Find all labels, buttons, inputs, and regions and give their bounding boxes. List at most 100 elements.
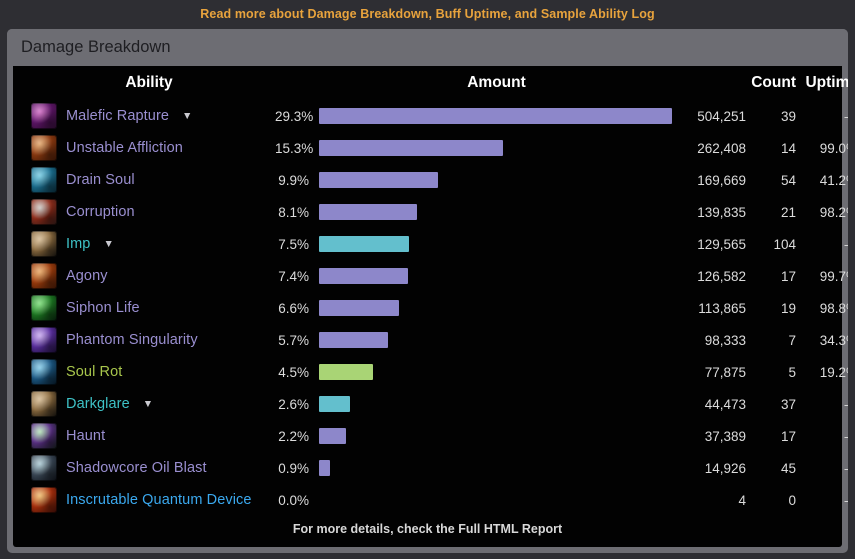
- table-row[interactable]: Darkglare▼2.6%44,47337—: [13, 388, 848, 420]
- ability-icon[interactable]: [31, 135, 57, 161]
- amount-bar: [319, 396, 350, 412]
- ability-cell: Shadowcore Oil Blast: [13, 452, 275, 484]
- ability-name[interactable]: Imp: [66, 236, 90, 252]
- ability-cell: Inscrutable Quantum Device: [13, 484, 275, 516]
- ability-name[interactable]: Phantom Singularity: [66, 332, 198, 348]
- ability-cell: Soul Rot: [13, 356, 275, 388]
- table-row[interactable]: Siphon Life6.6%113,8651998.8%: [13, 292, 848, 324]
- ability-wrapper: Shadowcore Oil Blast: [31, 455, 275, 481]
- percent-cell: 0.0%: [275, 484, 319, 516]
- column-header-amount[interactable]: Amount: [319, 66, 674, 100]
- ability-wrapper: Siphon Life: [31, 295, 275, 321]
- table-header-row: Ability Amount Count Uptime: [13, 66, 848, 100]
- ability-name[interactable]: Darkglare: [66, 396, 130, 412]
- ability-wrapper: Agony: [31, 263, 275, 289]
- ability-cell: Siphon Life: [13, 292, 275, 324]
- amount-bar: [319, 108, 672, 124]
- ability-icon[interactable]: [31, 455, 57, 481]
- ability-wrapper: Malefic Rapture ▼: [31, 103, 275, 129]
- ability-icon[interactable]: [31, 199, 57, 225]
- ability-name[interactable]: Malefic Rapture: [66, 108, 169, 124]
- table-row[interactable]: Unstable Affliction15.3%262,4081499.0%: [13, 132, 848, 164]
- amount-bar-cell: [319, 164, 674, 196]
- ability-wrapper: Darkglare ▼: [31, 391, 275, 417]
- count-cell: 104: [746, 228, 796, 260]
- damage-breakdown-panel: Damage Breakdown Ability Amount Count Up…: [7, 29, 848, 553]
- count-cell: 39: [746, 100, 796, 132]
- table-row[interactable]: Phantom Singularity5.7%98,333734.3%: [13, 324, 848, 356]
- ability-name[interactable]: Siphon Life: [66, 300, 140, 316]
- count-cell: 7: [746, 324, 796, 356]
- count-cell: 19: [746, 292, 796, 324]
- table-row[interactable]: Agony7.4%126,5821799.7%: [13, 260, 848, 292]
- table-row[interactable]: Soul Rot4.5%77,875519.2%: [13, 356, 848, 388]
- column-header-count[interactable]: Count: [746, 66, 796, 100]
- chevron-down-icon[interactable]: ▼: [143, 399, 153, 410]
- panel-title: Damage Breakdown: [7, 29, 848, 66]
- percent-cell: 29.3%: [275, 100, 319, 132]
- count-cell: 14: [746, 132, 796, 164]
- table-row[interactable]: Shadowcore Oil Blast0.9%14,92645—: [13, 452, 848, 484]
- ability-name[interactable]: Shadowcore Oil Blast: [66, 460, 207, 476]
- table-row[interactable]: Haunt2.2%37,38917—: [13, 420, 848, 452]
- amount-bar: [319, 364, 373, 380]
- amount-value-cell: 113,865: [674, 292, 746, 324]
- uptime-cell: —: [796, 452, 848, 484]
- count-cell: 17: [746, 420, 796, 452]
- table-row[interactable]: Malefic Rapture▼29.3%504,25139—: [13, 100, 848, 132]
- ability-name[interactable]: Inscrutable Quantum Device: [66, 492, 252, 508]
- uptime-cell: —: [796, 420, 848, 452]
- ability-icon[interactable]: [31, 359, 57, 385]
- table-header: Ability Amount Count Uptime: [13, 66, 848, 100]
- chevron-down-icon[interactable]: ▼: [182, 111, 192, 122]
- footnote-link[interactable]: For more details, check the Full HTML Re…: [13, 516, 842, 536]
- amount-value-cell: 14,926: [674, 452, 746, 484]
- uptime-cell: 41.2%: [796, 164, 848, 196]
- ability-icon[interactable]: [31, 423, 57, 449]
- ability-icon[interactable]: [31, 391, 57, 417]
- percent-cell: 4.5%: [275, 356, 319, 388]
- ability-cell: Agony: [13, 260, 275, 292]
- ability-icon[interactable]: [31, 295, 57, 321]
- ability-name[interactable]: Agony: [66, 268, 108, 284]
- ability-name[interactable]: Unstable Affliction: [66, 140, 183, 156]
- column-header-ability[interactable]: Ability: [13, 66, 275, 100]
- ability-cell: Malefic Rapture ▼: [13, 100, 275, 132]
- amount-value-cell: 44,473: [674, 388, 746, 420]
- top-banner-link[interactable]: Read more about Damage Breakdown, Buff U…: [0, 0, 855, 28]
- table-row[interactable]: Corruption8.1%139,8352198.2%: [13, 196, 848, 228]
- amount-bar: [319, 460, 330, 476]
- ability-cell: Drain Soul: [13, 164, 275, 196]
- ability-name[interactable]: Drain Soul: [66, 172, 135, 188]
- ability-wrapper: Corruption: [31, 199, 275, 225]
- amount-bar-cell: [319, 356, 674, 388]
- ability-icon[interactable]: [31, 231, 57, 257]
- ability-icon[interactable]: [31, 167, 57, 193]
- amount-value-cell: 139,835: [674, 196, 746, 228]
- uptime-cell: —: [796, 228, 848, 260]
- chevron-down-icon[interactable]: ▼: [103, 239, 113, 250]
- column-header-percent: [275, 66, 319, 100]
- count-cell: 0: [746, 484, 796, 516]
- percent-cell: 2.2%: [275, 420, 319, 452]
- amount-value-cell: 98,333: [674, 324, 746, 356]
- ability-icon[interactable]: [31, 103, 57, 129]
- amount-bar-cell: [319, 228, 674, 260]
- ability-cell: Darkglare ▼: [13, 388, 275, 420]
- ability-name[interactable]: Corruption: [66, 204, 135, 220]
- amount-value-cell: 262,408: [674, 132, 746, 164]
- ability-icon[interactable]: [31, 327, 57, 353]
- uptime-cell: 19.2%: [796, 356, 848, 388]
- table-row[interactable]: Inscrutable Quantum Device0.0%40—: [13, 484, 848, 516]
- ability-icon[interactable]: [31, 487, 57, 513]
- table-row[interactable]: Drain Soul9.9%169,6695441.2%: [13, 164, 848, 196]
- amount-bar-cell: [319, 100, 674, 132]
- table-body: Malefic Rapture▼29.3%504,25139—Unstable …: [13, 100, 848, 516]
- table-row[interactable]: Imp▼7.5%129,565104—: [13, 228, 848, 260]
- column-header-uptime[interactable]: Uptime: [796, 66, 848, 100]
- ability-icon[interactable]: [31, 263, 57, 289]
- ability-name[interactable]: Haunt: [66, 428, 105, 444]
- amount-bar-cell: [319, 484, 674, 516]
- percent-cell: 15.3%: [275, 132, 319, 164]
- ability-name[interactable]: Soul Rot: [66, 364, 122, 380]
